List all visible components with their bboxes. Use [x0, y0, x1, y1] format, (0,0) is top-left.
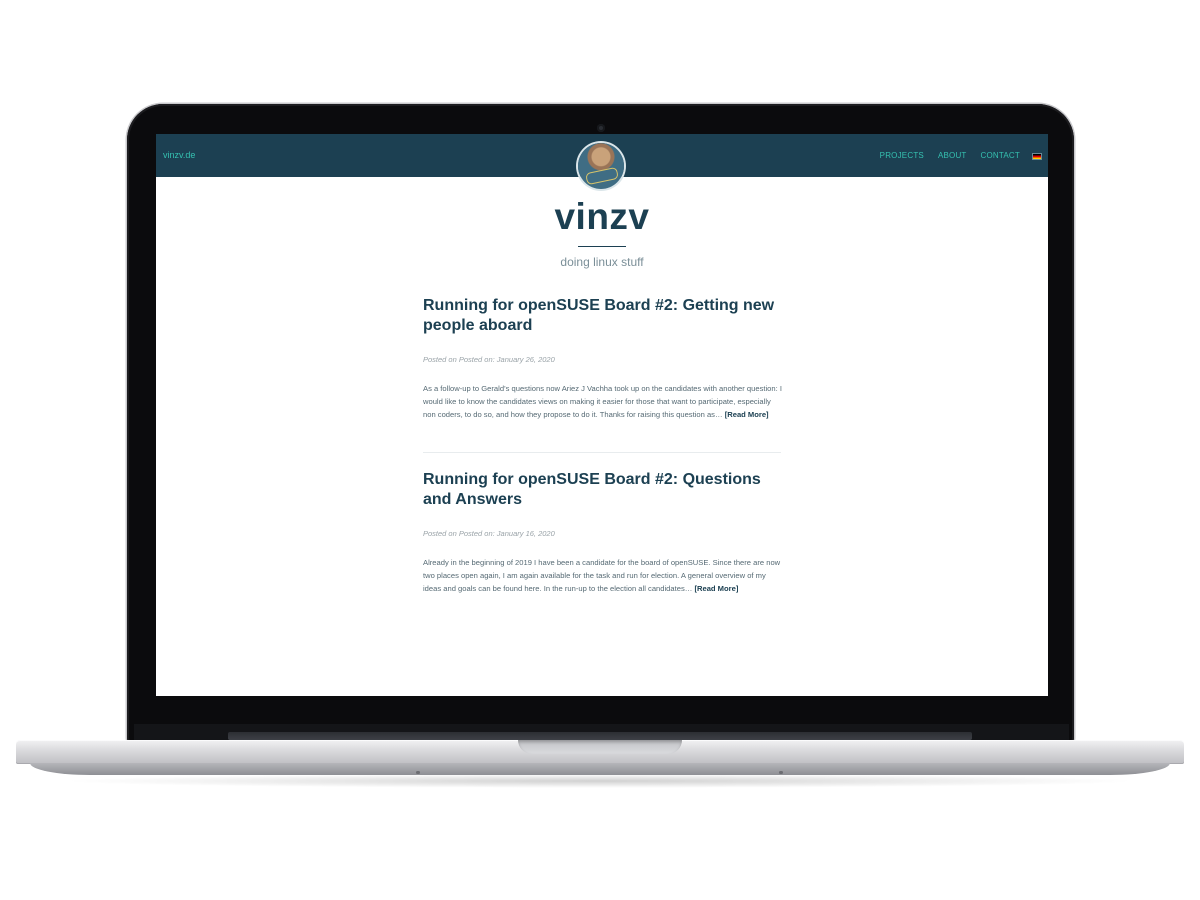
site-title: vinzv	[554, 196, 650, 237]
nav-link-about[interactable]: ABOUT	[938, 151, 967, 160]
laptop-foot	[416, 771, 420, 774]
laptop-base-lip	[30, 763, 1170, 775]
webcam-icon	[597, 124, 605, 132]
read-more-link[interactable]: [Read More]	[725, 410, 769, 419]
post-date: Posted on Posted on: January 16, 2020	[423, 529, 555, 538]
post-excerpt: As a follow-up to Gerald’s questions now…	[423, 382, 783, 421]
nav-menu: PROJECTS ABOUT CONTACT	[880, 151, 1020, 160]
laptop-notch	[518, 740, 682, 754]
post-item: Running for openSUSE Board #2: Getting n…	[423, 296, 783, 421]
nav-link-contact[interactable]: CONTACT	[981, 151, 1020, 160]
profile-avatar[interactable]	[578, 143, 624, 189]
site-brand-link[interactable]: vinzv.de	[163, 150, 195, 160]
post-item: Running for openSUSE Board #2: Questions…	[423, 470, 783, 595]
title-divider	[578, 246, 626, 247]
site-tagline: doing linux stuff	[560, 255, 644, 269]
post-date: Posted on Posted on: January 26, 2020	[423, 355, 555, 364]
laptop-screen: vinzv.de PROJECTS ABOUT CONTACT vinzv do…	[156, 134, 1048, 696]
nav-link-projects[interactable]: PROJECTS	[880, 151, 924, 160]
german-flag-icon[interactable]	[1033, 154, 1041, 159]
laptop-hinge	[228, 732, 972, 740]
post-divider	[423, 452, 781, 453]
laptop-foot	[779, 771, 783, 774]
post-title-link[interactable]: Running for openSUSE Board #2: Questions…	[423, 470, 783, 509]
laptop-shadow	[60, 774, 1140, 788]
read-more-link[interactable]: [Read More]	[694, 584, 738, 593]
post-title-link[interactable]: Running for openSUSE Board #2: Getting n…	[423, 296, 783, 335]
avatar-logo-icon	[585, 166, 619, 186]
post-excerpt: Already in the beginning of 2019 I have …	[423, 556, 783, 595]
